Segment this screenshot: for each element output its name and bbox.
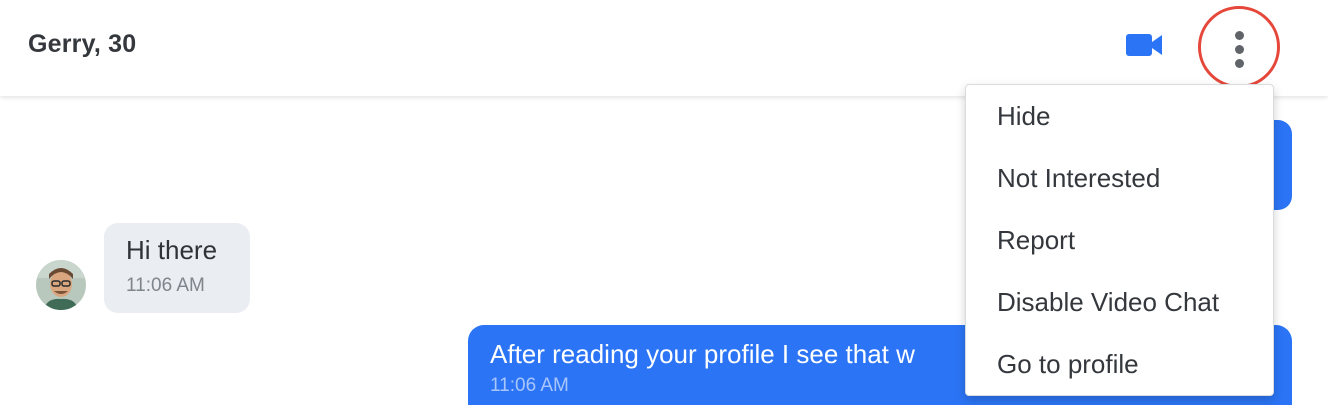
options-dropdown-menu: Hide Not Interested Report Disable Video…: [965, 84, 1274, 396]
menu-item-label: Report: [997, 225, 1076, 255]
menu-item-label: Not Interested: [997, 163, 1161, 193]
menu-item-label: Disable Video Chat: [997, 287, 1220, 317]
message-text: After reading your profile I see that w: [490, 339, 915, 369]
menu-item-hide[interactable]: Hide: [966, 85, 1273, 147]
menu-item-label: Go to profile: [997, 349, 1139, 379]
menu-item-go-to-profile[interactable]: Go to profile: [966, 333, 1273, 395]
chat-title: Gerry, 30: [28, 30, 137, 58]
avatar[interactable]: [36, 260, 86, 310]
menu-item-disable-video-chat[interactable]: Disable Video Chat: [966, 271, 1273, 333]
menu-item-report[interactable]: Report: [966, 209, 1273, 271]
message-text: Hi there: [126, 235, 218, 265]
video-call-button[interactable]: [1124, 30, 1166, 60]
video-camera-icon: [1126, 34, 1162, 56]
menu-item-not-interested[interactable]: Not Interested: [966, 147, 1273, 209]
menu-item-label: Hide: [997, 101, 1051, 131]
message-time: 11:06 AM: [126, 275, 205, 296]
message-time: 11:06 AM: [490, 375, 569, 396]
more-options-button[interactable]: [1198, 6, 1280, 88]
incoming-message-bubble: Hi there 11:06 AM: [104, 223, 250, 313]
user-photo-icon: [36, 260, 86, 310]
chat-header: Gerry, 30: [0, 0, 1328, 96]
